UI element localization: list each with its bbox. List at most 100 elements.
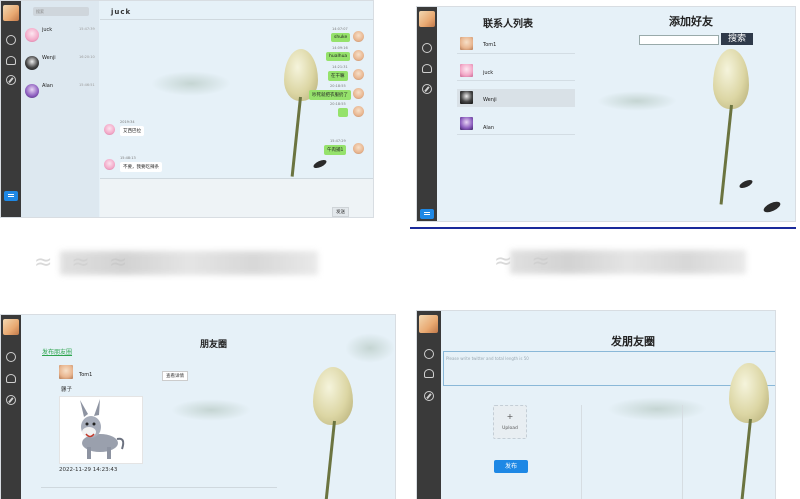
message-time: 14:21:31 — [332, 65, 348, 69]
contact-time: 15:47:39 — [79, 27, 95, 31]
user-avatar[interactable] — [3, 319, 19, 335]
moments-title: 朋友圈 — [200, 340, 228, 350]
message-time: 20:18:55 — [330, 84, 346, 88]
publish-button[interactable]: 发布 — [494, 460, 528, 473]
search-input[interactable]: 搜索 — [33, 7, 89, 16]
moments-icon[interactable] — [6, 395, 16, 405]
contact-name: juck — [483, 70, 494, 76]
moments-screen: 朋友圈 发布朋友圈 Tom1 查看详情 骡子 2022-11-29 14:23:… — [0, 314, 396, 499]
avatar — [104, 159, 115, 170]
moment-image[interactable] — [59, 396, 143, 464]
contact-name: Alan — [42, 83, 54, 89]
contact-time: 15:46:51 — [79, 83, 95, 87]
moments-icon[interactable] — [424, 391, 434, 401]
avatar — [460, 117, 473, 130]
nav-rail — [417, 7, 437, 221]
message-time: 2019:34 — [120, 120, 135, 124]
send-button[interactable]: 发送 — [332, 207, 349, 217]
post-moment-screen: 发朋友圈 Please write twitter and total leng… — [416, 310, 776, 499]
user-avatar[interactable] — [419, 315, 438, 333]
chat-screen: 搜索 juck 15:47:39 Wenji 16:20:10 Alan 15:… — [0, 0, 374, 218]
upload-label: Upload — [502, 426, 518, 431]
add-friend-title: 添加好友 — [669, 15, 713, 28]
moment-caption: 骡子 — [61, 387, 73, 393]
avatar — [353, 69, 364, 80]
user-avatar[interactable] — [3, 5, 19, 21]
fish-decoration — [762, 199, 782, 215]
caption-right-obscured — [510, 250, 746, 274]
list-item[interactable]: juck 15:47:39 — [21, 23, 99, 49]
avatar — [353, 143, 364, 154]
contacts-icon[interactable] — [6, 374, 16, 383]
plus-icon: + — [506, 412, 514, 421]
caption-left-obscured — [60, 251, 318, 275]
post-title: 发朋友圈 — [611, 335, 655, 348]
contact-name: Alan — [483, 125, 495, 131]
chat-icon[interactable] — [422, 43, 432, 53]
contact-name: Wenji — [483, 97, 497, 103]
search-button[interactable]: 搜索 — [721, 33, 753, 45]
list-item[interactable]: Tom1 — [457, 34, 575, 54]
contact-name: juck — [42, 27, 53, 33]
list-item[interactable]: Alan — [457, 115, 575, 135]
cloud-decoration — [597, 91, 677, 111]
message-time: 15:48:13 — [120, 156, 136, 160]
avatar — [353, 31, 364, 42]
moment-author: Tom1 — [79, 372, 93, 378]
message-bubble: 艾西巴拉 — [120, 126, 144, 136]
contact-name: Wenji — [42, 55, 56, 61]
avatar — [460, 91, 473, 104]
avatar — [25, 28, 39, 42]
moments-icon[interactable] — [422, 84, 432, 94]
avatar — [460, 37, 473, 50]
fish-decoration — [312, 158, 328, 170]
message-time: 20:18:55 — [330, 102, 346, 106]
message-bubble: 午肉捕1 — [324, 145, 347, 155]
list-item[interactable]: Wenji 16:20:10 — [21, 51, 99, 77]
upload-tile[interactable]: + Upload — [493, 405, 527, 439]
message-time: 14:09:16 — [332, 46, 348, 50]
message-bubble: 不要，我要吃辣条 — [120, 162, 162, 172]
add-friend-input[interactable] — [639, 35, 719, 45]
nav-rail — [1, 315, 21, 499]
list-item[interactable]: Wenji — [457, 89, 575, 107]
message-bubble: shuke — [331, 33, 351, 42]
textarea-placeholder: Please write twitter and total length is… — [446, 356, 529, 361]
chat-header-name: juck — [111, 8, 132, 16]
contacts-title: 联系人列表 — [483, 19, 533, 30]
moment-divider — [41, 487, 277, 488]
avatar — [25, 84, 39, 98]
cloud-decoration — [171, 399, 251, 421]
contacts-icon[interactable] — [422, 64, 432, 73]
moments-icon[interactable] — [6, 75, 16, 85]
chat-header-divider — [100, 19, 373, 20]
cloud-decoration — [345, 333, 395, 363]
upload-preview-area — [581, 405, 683, 499]
message-bubble — [338, 108, 348, 117]
avatar — [353, 88, 364, 99]
contacts-icon[interactable] — [6, 56, 16, 65]
chat-icon[interactable] — [6, 35, 16, 45]
list-item[interactable]: Alan 15:46:51 — [21, 79, 99, 105]
menu-icon[interactable] — [420, 209, 434, 219]
avatar — [353, 106, 364, 117]
contacts-icon[interactable] — [424, 369, 434, 378]
post-moment-link[interactable]: 发布朋友圈 — [42, 347, 72, 356]
list-item[interactable]: juck — [457, 61, 575, 81]
avatar — [460, 64, 473, 77]
avatar — [25, 56, 39, 70]
contacts-screen: 联系人列表 添加好友 搜索 Tom1 juck Wenji Alan — [416, 6, 796, 222]
panel-divider-line — [410, 227, 796, 229]
cloud-decoration — [151, 71, 231, 96]
message-bubble: 在干嘛 — [328, 71, 348, 81]
avatar — [104, 124, 115, 135]
chat-icon[interactable] — [6, 352, 16, 362]
post-textarea[interactable]: Please write twitter and total length is… — [443, 351, 775, 386]
message-bubble: hualhua — [326, 52, 351, 61]
chat-icon[interactable] — [424, 349, 434, 359]
menu-icon[interactable] — [4, 191, 18, 201]
moment-timestamp: 2022-11-29 14:23:43 — [59, 467, 118, 473]
view-details-button[interactable]: 查看详情 — [162, 371, 188, 381]
user-avatar[interactable] — [419, 11, 435, 27]
message-bubble: 吵死就把衣服扔了 — [309, 90, 351, 100]
